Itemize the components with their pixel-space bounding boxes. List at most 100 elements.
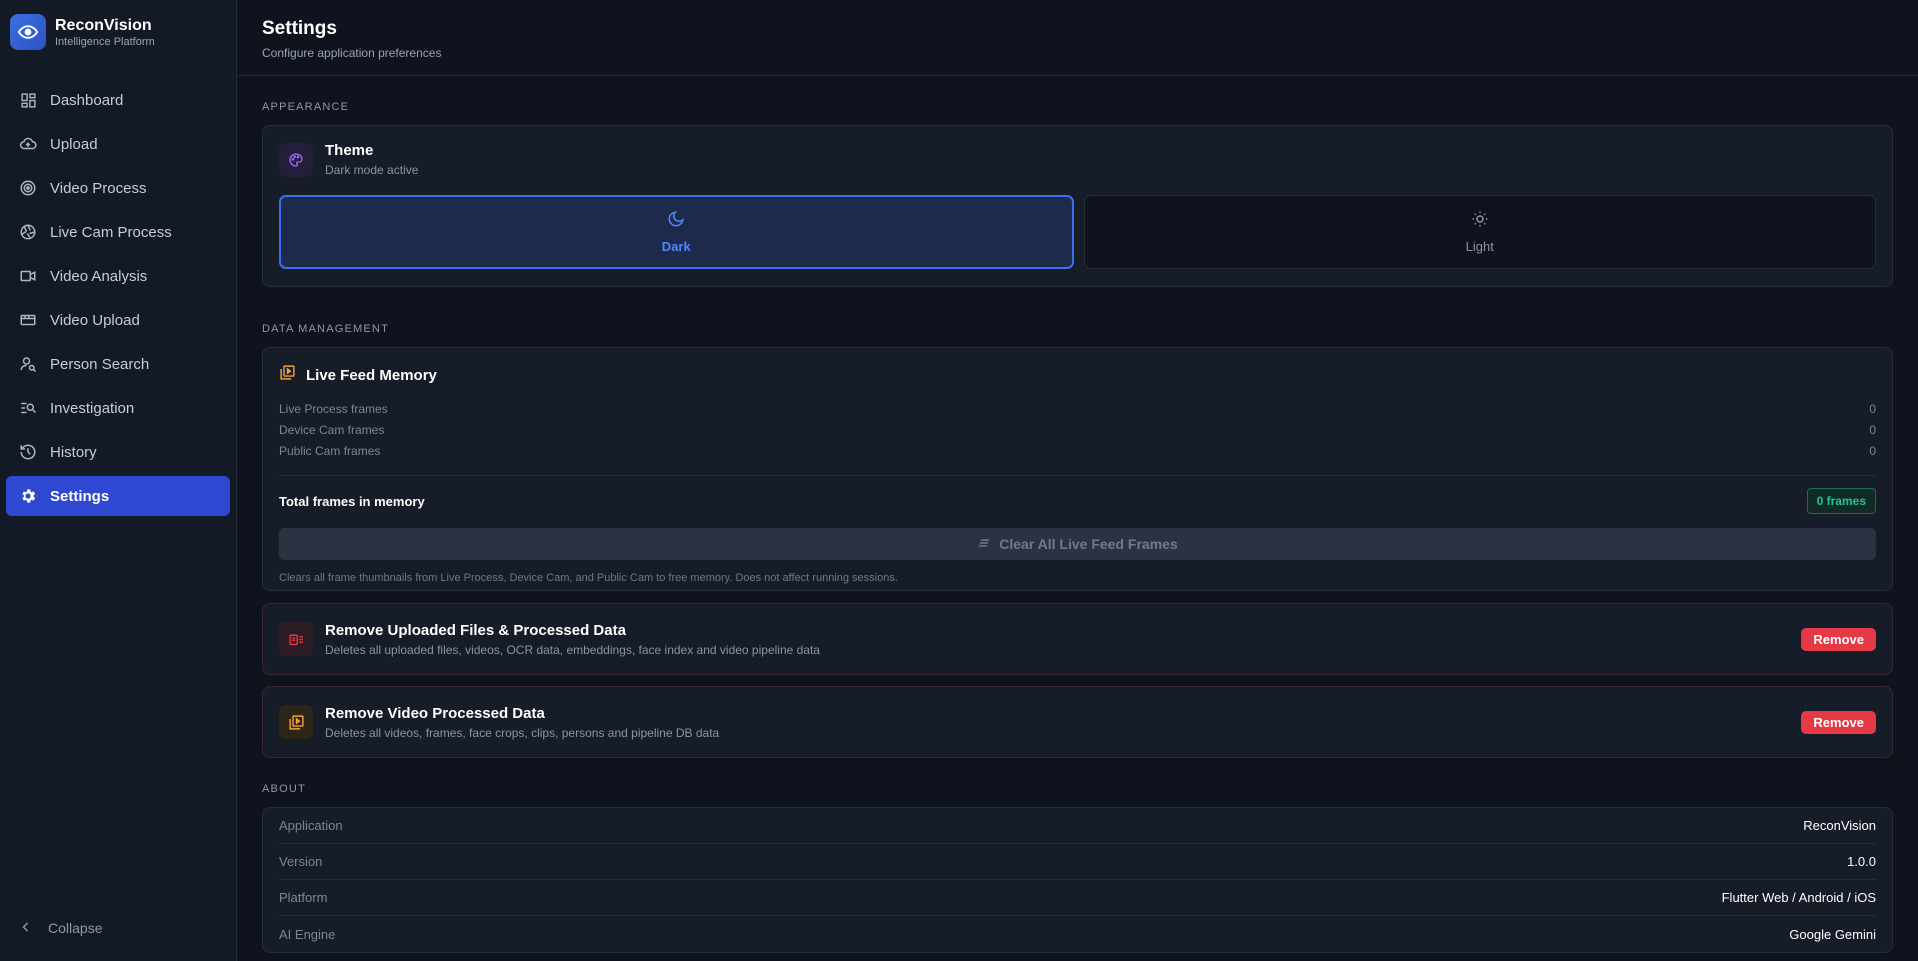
memory-row-label: Live Process frames xyxy=(279,402,388,416)
palette-icon xyxy=(279,142,313,177)
theme-option-light[interactable]: Light xyxy=(1083,195,1876,269)
chevron-left-icon xyxy=(20,920,32,936)
page-title: Settings xyxy=(262,18,337,39)
app-root: ReconVision Intelligence Platform Dashbo… xyxy=(0,0,1918,961)
sidebar-item-video-analysis[interactable]: Video Analysis xyxy=(6,256,230,296)
sidebar-item-label: Video Upload xyxy=(50,311,140,329)
total-frames-badge: 0 frames xyxy=(1806,488,1876,514)
person-search-icon xyxy=(19,355,37,373)
clear-note: Clears all frame thumbnails from Live Pr… xyxy=(279,572,898,584)
dashboard-icon xyxy=(19,91,37,109)
memory-row: Public Cam frames 0 xyxy=(279,444,1876,465)
sidebar-item-label: Live Cam Process xyxy=(50,223,172,241)
memory-row-value: 0 xyxy=(1869,402,1876,416)
sidebar-item-label: Settings xyxy=(50,487,110,505)
about-value: Google Gemini xyxy=(1789,926,1876,942)
video-library-icon xyxy=(279,364,296,386)
memory-row: Device Cam frames 0 xyxy=(279,423,1876,444)
sidebar-item-upload[interactable]: Upload xyxy=(6,124,230,164)
sidebar-item-settings[interactable]: Settings xyxy=(6,476,230,516)
collapse-label: Collapse xyxy=(48,920,103,936)
sun-icon xyxy=(1471,210,1489,231)
target-icon xyxy=(19,179,37,197)
sidebar-item-label: Person Search xyxy=(50,355,150,373)
about-value: Flutter Web / Android / iOS xyxy=(1721,890,1876,905)
memory-title: Live Feed Memory xyxy=(306,366,437,384)
total-frames-row: Total frames in memory 0 frames xyxy=(279,488,1876,514)
remove-uploaded-button[interactable]: Remove xyxy=(1801,627,1876,651)
video-file-icon xyxy=(19,311,37,329)
clear-all-icon xyxy=(977,536,991,553)
remove-uploaded-subtitle: Deletes all uploaded files, videos, OCR … xyxy=(325,642,820,657)
about-key: AI Engine xyxy=(279,926,336,942)
about-key: Application xyxy=(279,818,343,833)
brand-name: ReconVision xyxy=(55,16,152,34)
collapse-button[interactable]: Collapse xyxy=(6,913,102,943)
about-row: AI Engine Google Gemini xyxy=(279,916,1876,952)
memory-row-value: 0 xyxy=(1869,423,1876,437)
remove-video-button[interactable]: Remove xyxy=(1801,710,1876,734)
sidebar-item-label: Video Analysis xyxy=(50,267,148,285)
remove-video-card: Remove Video Processed Data Deletes all … xyxy=(262,686,1893,758)
video-camera-icon xyxy=(19,267,37,285)
about-row: Platform Flutter Web / Android / iOS xyxy=(279,880,1876,916)
clear-live-feed-button[interactable]: Clear All Live Feed Frames xyxy=(279,528,1876,560)
remove-uploaded-card: Remove Uploaded Files & Processed Data D… xyxy=(262,603,1893,675)
sidebar-item-live-cam-process[interactable]: Live Cam Process xyxy=(6,212,230,252)
manage-search-icon xyxy=(19,399,37,417)
eye-icon xyxy=(10,14,46,50)
theme-option-label: Dark xyxy=(661,239,691,254)
section-label-about: ABOUT xyxy=(262,783,306,795)
theme-option-dark[interactable]: Dark xyxy=(279,195,1074,269)
history-icon xyxy=(19,443,37,461)
sidebar-item-video-process[interactable]: Video Process xyxy=(6,168,230,208)
remove-video-title: Remove Video Processed Data xyxy=(325,704,545,722)
page-header: Settings Configure application preferenc… xyxy=(237,0,1918,76)
settings-content: APPEARANCE Theme Dark mode active Dark L… xyxy=(237,76,1918,953)
sidebar: ReconVision Intelligence Platform Dashbo… xyxy=(0,0,237,961)
memory-rows: Live Process frames 0 Device Cam frames … xyxy=(279,402,1876,465)
sidebar-item-dashboard[interactable]: Dashboard xyxy=(6,80,230,120)
section-label-appearance: APPEARANCE xyxy=(262,101,350,113)
camera-shutter-icon xyxy=(19,223,37,241)
sidebar-nav: Dashboard Upload Video Process Live Cam … xyxy=(0,64,236,516)
about-card: Application ReconVision Version 1.0.0 Pl… xyxy=(262,807,1893,953)
theme-title: Theme xyxy=(325,142,374,159)
gear-icon xyxy=(19,487,37,505)
section-label-data-management: DATA MANAGEMENT xyxy=(262,323,389,335)
theme-subtitle: Dark mode active xyxy=(325,163,419,177)
about-row: Application ReconVision xyxy=(279,808,1876,844)
theme-card: Theme Dark mode active Dark Light xyxy=(262,125,1893,287)
remove-video-subtitle: Deletes all videos, frames, face crops, … xyxy=(325,725,720,740)
memory-row: Live Process frames 0 xyxy=(279,402,1876,423)
memory-row-label: Public Cam frames xyxy=(279,444,381,458)
memory-row-label: Device Cam frames xyxy=(279,423,385,437)
cloud-upload-icon xyxy=(19,135,37,153)
delete-files-icon xyxy=(279,622,313,656)
sidebar-item-investigation[interactable]: Investigation xyxy=(6,388,230,428)
about-key: Platform xyxy=(279,890,328,905)
sidebar-item-label: Investigation xyxy=(50,399,135,417)
moon-icon xyxy=(667,210,685,231)
theme-options: Dark Light xyxy=(279,195,1876,269)
sidebar-item-person-search[interactable]: Person Search xyxy=(6,344,230,384)
live-feed-memory-card: Live Feed Memory Live Process frames 0 D… xyxy=(262,347,1893,591)
sidebar-item-label: Dashboard xyxy=(50,91,124,109)
sidebar-item-label: Video Process xyxy=(50,179,147,197)
brand: ReconVision Intelligence Platform xyxy=(0,0,236,64)
sidebar-item-label: History xyxy=(50,443,97,461)
about-value: ReconVision xyxy=(1803,818,1876,833)
page-subtitle: Configure application preferences xyxy=(262,46,442,60)
divider xyxy=(279,475,1876,476)
about-value: 1.0.0 xyxy=(1847,854,1876,869)
clear-live-feed-label: Clear All Live Feed Frames xyxy=(999,536,1178,552)
sidebar-item-video-upload[interactable]: Video Upload xyxy=(6,300,230,340)
theme-option-label: Light xyxy=(1465,239,1494,254)
video-library-icon xyxy=(279,705,313,739)
about-row: Version 1.0.0 xyxy=(279,844,1876,880)
brand-subtitle: Intelligence Platform xyxy=(55,35,155,48)
sidebar-item-history[interactable]: History xyxy=(6,432,230,472)
sidebar-item-label: Upload xyxy=(50,135,98,153)
main-content: Settings Configure application preferenc… xyxy=(237,0,1918,961)
about-key: Version xyxy=(279,854,323,869)
